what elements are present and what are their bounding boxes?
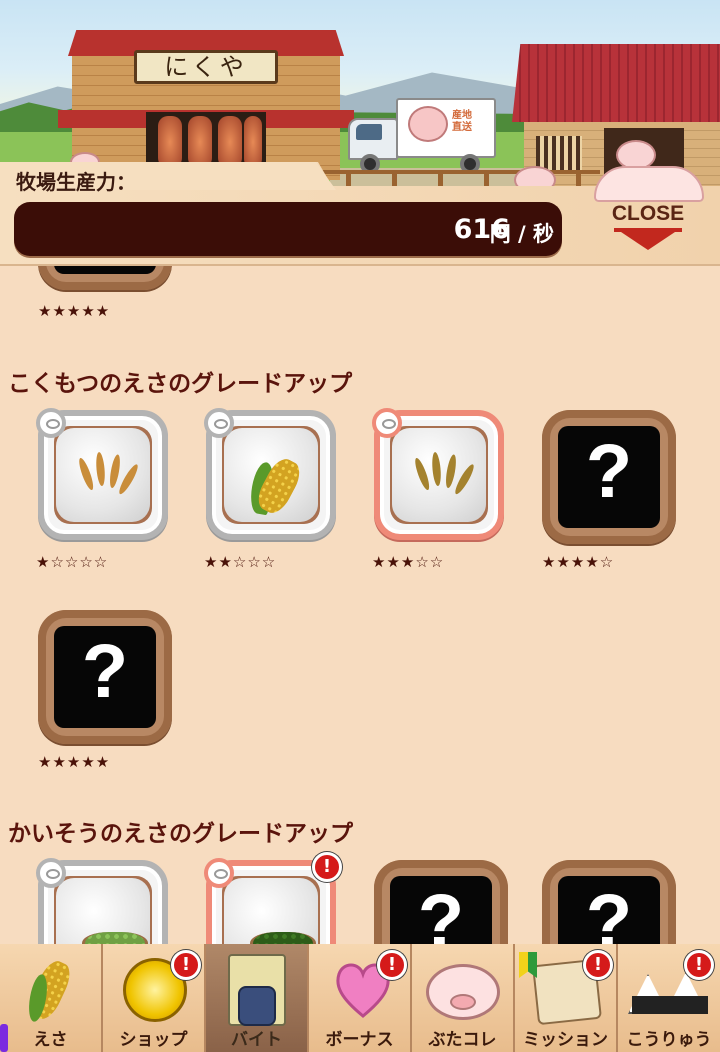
close-label: CLOSE [611,202,685,225]
star-rating: ★★☆☆☆ [204,553,277,571]
nav-label: ぶたコレ [428,1030,497,1050]
nav-mission[interactable]: ! ミッション [515,944,618,1052]
scroll-indicator [0,1024,8,1052]
ham-icon [218,116,242,168]
ham-icon [244,116,262,168]
nav-shop[interactable]: ! ショップ [103,944,206,1052]
nav-feed[interactable]: えさ [0,944,103,1052]
pig-face-icon [426,964,500,1020]
seaweed-upgrade-2[interactable]: ! [204,852,342,944]
pig-nose-icon [450,994,476,1010]
locked-bg [54,266,156,274]
nori-icon [632,996,708,1014]
meat-shop-building[interactable]: にくや [58,30,354,180]
question-mark-icon: ? [417,879,465,944]
bottom-nav: えさ ! ショップ バイト ! ボーナス ぶたコレ ! ミッション ! こうりゅ… [0,944,720,1052]
pig-logo-icon [408,106,448,142]
tag-ring-icon [204,858,234,888]
alert-badge-icon: ! [377,950,407,980]
ham-icon [158,116,182,168]
nav-label: ミッション [523,1030,608,1050]
tag-ring-icon [204,408,234,438]
question-mark-icon: ? [585,429,633,514]
wheat-sack-icon [392,428,486,522]
ham-icon [188,116,212,168]
corn-sack-icon [224,428,318,522]
section-title-seaweed: かいそうのえさのグレードアップ [8,821,353,847]
nav-exchange[interactable]: ! こうりゅう [618,944,720,1052]
truck-text: 産地直送 [452,110,476,134]
nav-label: ボーナス [325,1030,394,1050]
star-rating: ★★★★★ [38,302,111,320]
star-rating: ★★★★★ [38,753,111,771]
production-bar: 616 円 / 秒 [14,202,562,256]
alert-badge-icon: ! [583,950,613,980]
locked-item[interactable] [38,266,172,290]
production-label: 牧場生産力： [16,170,136,194]
grain-upgrade-2[interactable] [204,408,336,540]
alert-badge-icon: ! [684,950,714,980]
nav-label: こうりゅう [626,1030,712,1050]
question-mark-icon: ? [585,879,633,944]
wheat-sack-icon [56,428,150,522]
nav-label: ショップ [119,1030,188,1050]
star-rating: ★★★★☆ [542,553,615,571]
shop-sign: にくや [134,50,278,84]
locked-item[interactable]: ? [542,860,676,944]
alert-badge-icon: ! [312,852,342,882]
close-button[interactable]: CLOSE [596,200,700,256]
nav-label: えさ [33,1030,68,1050]
locked-item[interactable]: ? [38,610,172,744]
tag-ring-icon [36,408,66,438]
lock-icon [238,986,276,1026]
locked-item[interactable]: ? [542,410,676,544]
nav-bonus[interactable]: ! ボーナス [309,944,412,1052]
truck-window [356,124,382,140]
alert-badge-icon: ! [171,950,201,980]
barn-roof [512,44,720,122]
tag-ring-icon [372,408,402,438]
game-screen: にくや 産地直送 牧場生産力： 616 円 / 秒 CLOSE ★★★★★ こく… [0,0,720,1052]
production-unit: 円 / 秒 [489,222,554,246]
seaweed-sack-icon [56,878,150,944]
star-rating: ★★★☆☆ [372,553,445,571]
tag-ring-icon [36,858,66,888]
locked-item[interactable]: ? [374,860,508,944]
section-title-grain: こくもつのえさのグレードアップ [8,371,353,397]
upgrade-list[interactable]: ★★★★★ こくもつのえさのグレードアップ ★☆☆☆☆ ★★☆☆☆ ★★★☆☆ … [0,266,720,944]
nav-part-time[interactable]: バイト [206,944,309,1052]
beginner-mark-icon [519,952,537,978]
star-rating: ★☆☆☆☆ [36,553,109,571]
down-arrow-icon [618,230,678,250]
seaweed-upgrade-1[interactable] [36,858,168,944]
peeking-pig-icon [594,166,704,202]
seaweed-sack-icon [224,878,318,944]
delivery-truck[interactable]: 産地直送 [348,98,504,174]
barn-vent [536,136,582,170]
truck-label: 産地直送 [452,110,472,133]
nav-pig-collection[interactable]: ぶたコレ [412,944,515,1052]
grain-upgrade-1[interactable] [36,408,168,540]
nav-label: バイト [231,1030,282,1050]
question-mark-icon: ? [81,629,129,714]
grain-upgrade-3[interactable] [372,408,504,540]
